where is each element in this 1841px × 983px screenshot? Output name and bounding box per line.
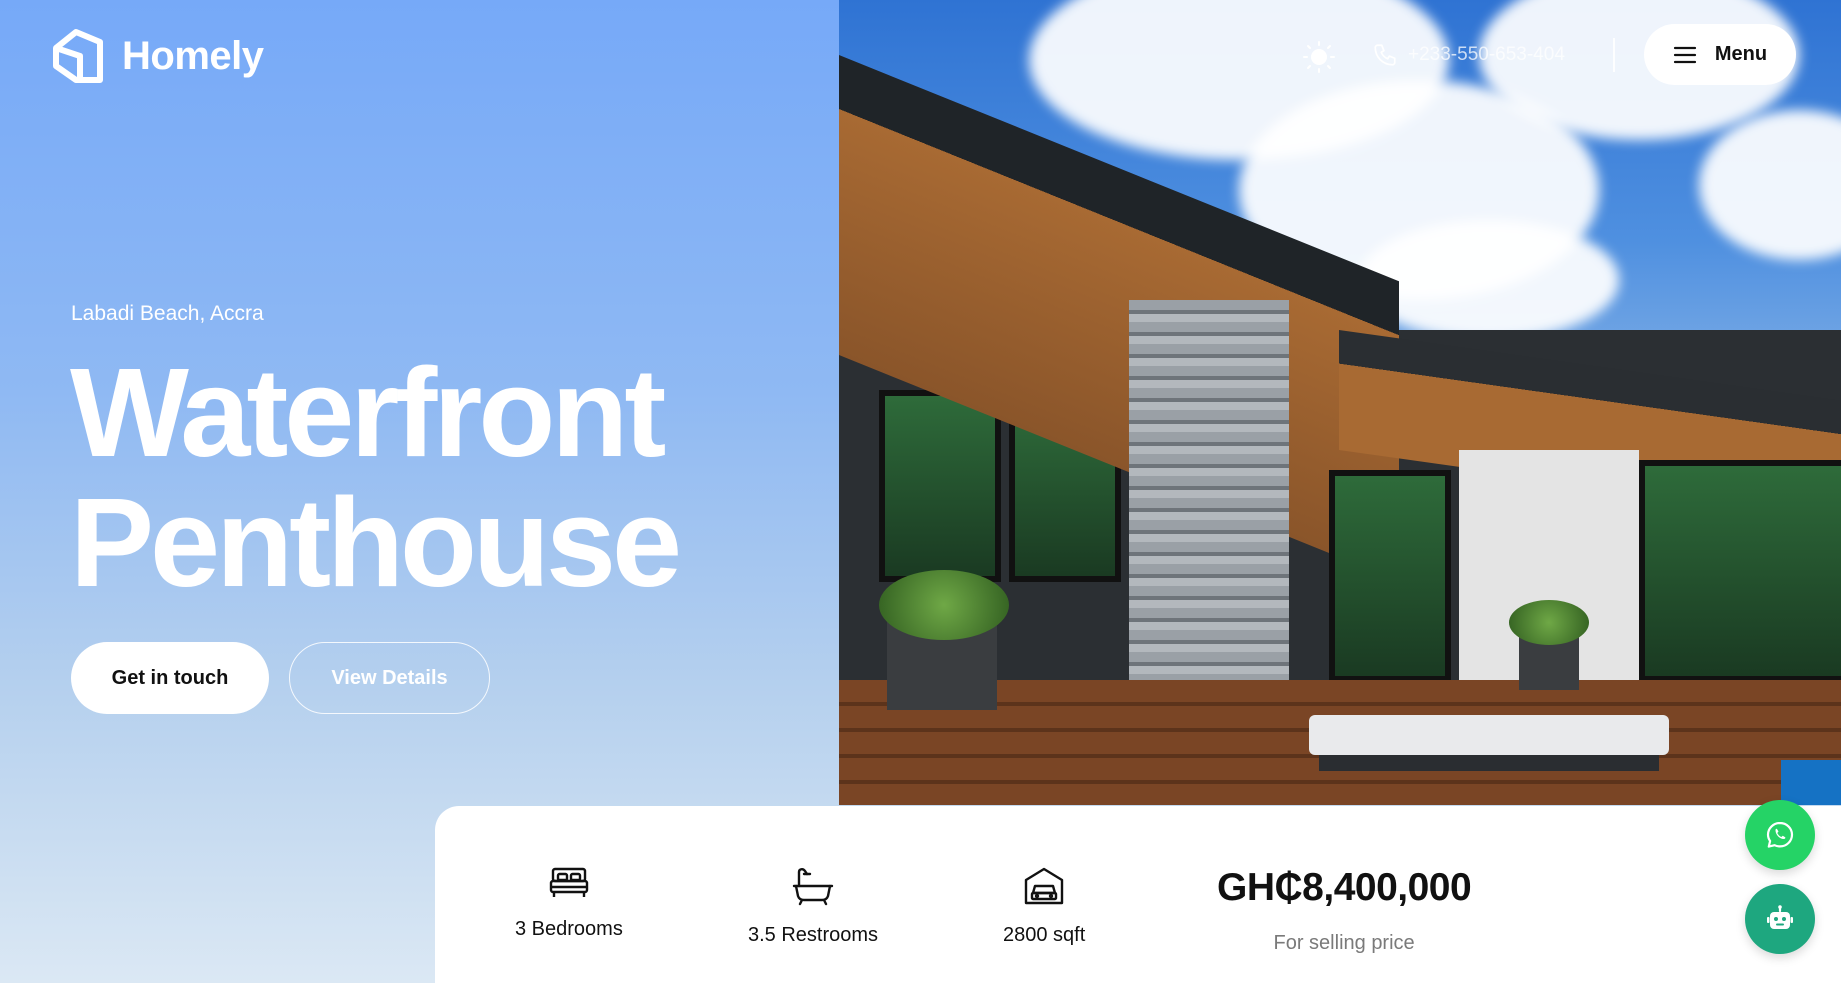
area-label: 2800 sqft bbox=[1003, 924, 1086, 946]
area-feature: 2800 sqft bbox=[1003, 866, 1085, 947]
phone-icon bbox=[1374, 44, 1396, 66]
property-info-card: 3 Bedrooms 3.5 Restrooms 2800 sqft GH₵8,… bbox=[435, 806, 1841, 983]
whatsapp-icon bbox=[1766, 821, 1794, 848]
price-value: GH₵8,400,000 bbox=[1217, 866, 1472, 909]
house-logo-icon bbox=[53, 29, 103, 83]
bathtub-icon bbox=[792, 868, 834, 906]
bed-icon bbox=[549, 867, 589, 897]
menu-button[interactable]: Menu bbox=[1644, 24, 1796, 85]
brand-logo[interactable]: Homely bbox=[48, 26, 264, 86]
property-title: Waterfront Penthouse bbox=[70, 342, 682, 613]
garage-car-icon bbox=[1024, 867, 1064, 905]
bedrooms-label: 3 Bedrooms bbox=[515, 918, 623, 940]
phone-number: +233-550-653-404 bbox=[1408, 44, 1565, 65]
restrooms-feature: 3.5 Restrooms bbox=[748, 866, 878, 947]
price-block: GH₵8,400,000 For selling price bbox=[1217, 866, 1472, 955]
whatsapp-button[interactable] bbox=[1745, 800, 1815, 870]
robot-icon bbox=[1767, 905, 1793, 929]
price-label: For selling price bbox=[1273, 932, 1415, 954]
title-line-1: Waterfront bbox=[70, 342, 666, 483]
get-in-touch-button[interactable]: Get in touch bbox=[71, 642, 269, 714]
property-location: Labadi Beach, Accra bbox=[71, 302, 264, 325]
hero-house-image bbox=[839, 0, 1841, 805]
bedrooms-feature: 3 Bedrooms bbox=[515, 866, 623, 941]
title-line-2: Penthouse bbox=[70, 472, 682, 613]
header-divider bbox=[1613, 38, 1615, 72]
view-details-button[interactable]: View Details bbox=[289, 642, 490, 714]
brand-name: Homely bbox=[122, 33, 264, 78]
hamburger-icon bbox=[1673, 46, 1696, 63]
restrooms-label: 3.5 Restrooms bbox=[748, 924, 879, 946]
phone-link[interactable]: +233-550-653-404 bbox=[1372, 42, 1565, 68]
menu-label: Menu bbox=[1714, 43, 1768, 65]
chatbot-button[interactable] bbox=[1745, 884, 1815, 954]
theme-toggle-sun-icon[interactable] bbox=[1303, 41, 1335, 73]
